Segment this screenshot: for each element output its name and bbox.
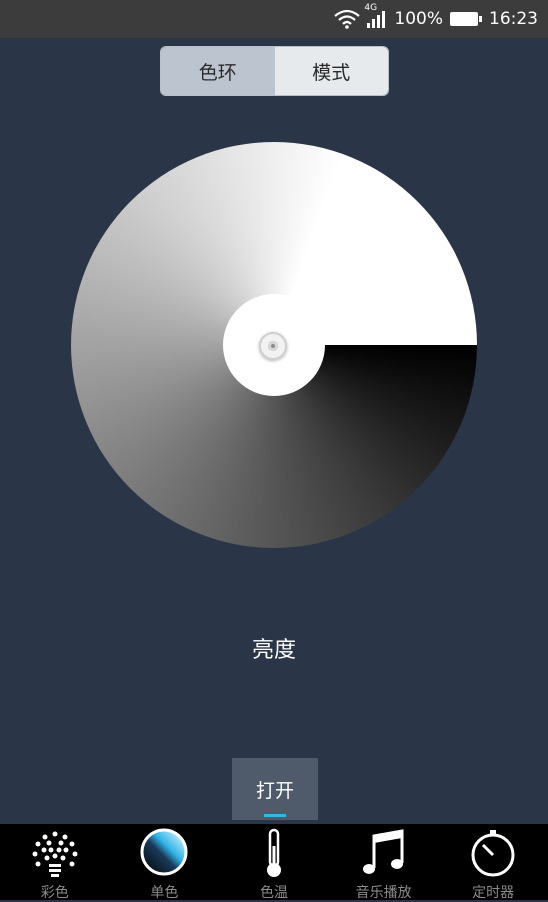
- timer-icon: [467, 828, 519, 884]
- nav-label-mono: 单色: [150, 885, 179, 901]
- wheel-knob[interactable]: [259, 332, 287, 360]
- thermometer-icon: [248, 828, 300, 884]
- nav-item-mono[interactable]: 单色: [110, 824, 220, 901]
- nav-item-music[interactable]: 音乐播放: [329, 824, 439, 901]
- mono-circle-icon: [138, 828, 190, 884]
- nav-item-color-temp[interactable]: 色温: [219, 824, 329, 901]
- nav-item-timer[interactable]: 定时器: [438, 824, 548, 901]
- clock: 16:23: [489, 9, 538, 29]
- wifi-icon: [334, 9, 361, 29]
- bulb-rays-icon: [29, 828, 81, 884]
- battery-icon: [449, 10, 483, 28]
- nav-item-color[interactable]: 彩色: [0, 824, 110, 901]
- nav-label-color: 彩色: [40, 885, 69, 901]
- brightness-label: 亮度: [251, 638, 296, 663]
- signal-icon: 4G: [364, 3, 388, 29]
- nav-label-timer: 定时器: [472, 885, 515, 901]
- status-icons: 4G 100% 16:23: [334, 0, 538, 38]
- power-toggle-button[interactable]: 打开: [232, 758, 318, 820]
- network-type: 4G: [364, 3, 378, 13]
- nav-label-music: 音乐播放: [355, 885, 412, 901]
- music-note-icon: [358, 828, 410, 884]
- status-bar: 4G 100% 16:23: [0, 0, 548, 38]
- battery-percent: 100%: [394, 9, 443, 29]
- tab-color-wheel[interactable]: 色环: [161, 47, 275, 95]
- mode-switch: 色环 模式: [160, 46, 389, 96]
- toggle-indicator: [264, 814, 286, 817]
- bottom-nav: 彩色 单色 色温 音乐播放 定时器: [0, 824, 548, 901]
- tab-mode[interactable]: 模式: [274, 47, 388, 95]
- nav-label-color-temp: 色温: [259, 885, 288, 901]
